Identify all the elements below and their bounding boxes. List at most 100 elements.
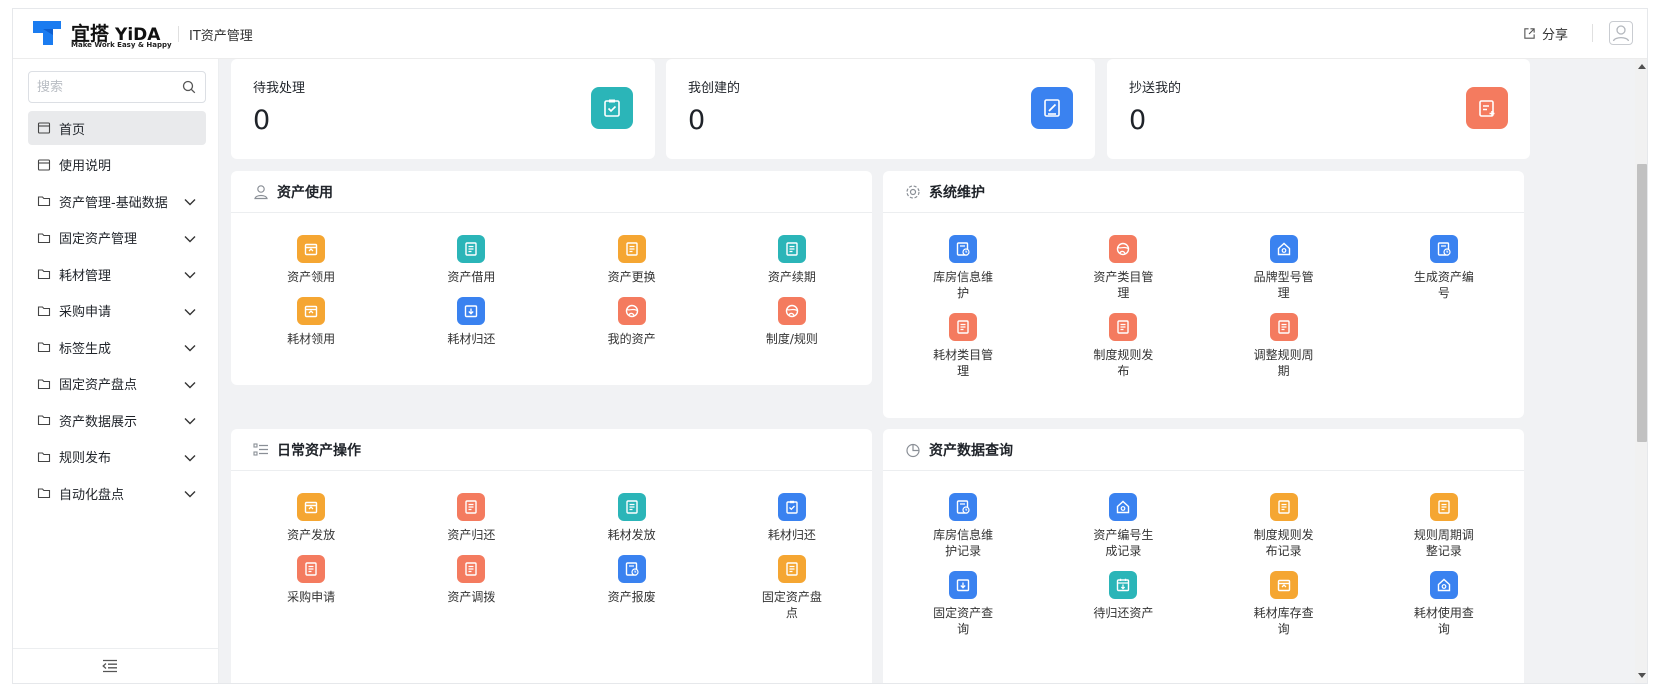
chevron-down-icon[interactable] [184,195,196,210]
shortcut-tile[interactable]: 制度规则发布记录 [1204,493,1364,559]
globe-icon [617,297,646,325]
shortcut-tile[interactable]: 资产类目管理 [1043,235,1203,301]
shortcut-tile[interactable]: 耗材发放 [552,493,712,543]
shortcut-tile[interactable]: 制度/规则 [712,297,872,347]
app-title[interactable]: IT资产管理 [189,25,253,44]
search-icon[interactable] [182,80,196,94]
main-scrollbar[interactable] [1635,59,1647,683]
sidebar-item[interactable]: 使用说明 [28,148,206,182]
shortcut-tile[interactable]: 资产报废 [552,555,712,621]
main-content: 待我处理 0 我创建的 0 抄送我的 0 资产使用资产领用 资产借用 资产更换 资产续… [219,59,1635,683]
chevron-down-icon[interactable] [184,232,196,247]
shortcut-tile[interactable]: 耗材归还 [712,493,872,543]
scroll-up-arrow-icon[interactable] [1638,63,1646,69]
panel-title: 资产使用 [277,184,333,201]
scroll-down-arrow-icon[interactable] [1638,673,1646,679]
shortcut-label: 资产领用 [287,270,336,284]
folder-icon [37,267,51,281]
chevron-down-icon[interactable] [184,268,196,283]
shortcut-label: 资产续期 [767,270,816,284]
sidebar-item[interactable]: 耗材管理 [28,257,206,291]
shortcut-tile[interactable]: 采购申请 [231,555,391,621]
sidebar-item[interactable]: 固定资产管理 [28,221,206,255]
shortcut-label: 资产编号生成记录 [1093,528,1154,558]
chevron-down-icon[interactable] [184,487,196,502]
shortcut-label: 资产报废 [607,590,656,604]
shortcut-tile[interactable]: 资产归还 [391,493,551,543]
shortcut-tile[interactable]: 品牌型号管理 [1204,235,1364,301]
shortcut-tile[interactable]: 资产续期 [712,235,872,285]
sidebar-item[interactable]: 规则发布 [28,440,206,474]
panel-title: 资产数据查询 [929,442,1013,459]
stat-card-pending[interactable]: 待我处理 0 [231,59,655,159]
shortcut-tile[interactable]: 固定资产查询 [883,571,1043,637]
shortcut-tile[interactable]: 耗材归还 [391,297,551,347]
stat-card-cc[interactable]: 抄送我的 0 [1107,59,1530,159]
search-input[interactable] [37,78,177,96]
folder-icon [37,486,51,500]
sidebar-item[interactable]: 自动化盘点 [28,476,206,510]
clipboard-check-icon [591,87,633,129]
sidebar-item[interactable]: 固定资产盘点 [28,367,206,401]
sidebar-item[interactable]: 资产管理-基础数据 [28,184,206,218]
doc-icon [457,235,486,263]
folder-icon [37,377,51,391]
folder-icon [37,413,51,427]
home-icon [1269,235,1298,263]
sidebar-item[interactable]: 首页 [28,111,206,145]
folder-icon [37,340,51,354]
shortcut-tile[interactable]: 耗材库存查询 [1204,571,1364,637]
edit-doc-icon [1031,87,1073,129]
shortcut-tile[interactable]: 待归还资产 [1043,571,1203,637]
chevron-down-icon[interactable] [184,378,196,393]
doc-clock-icon [617,555,646,583]
shortcut-tile[interactable]: 生成资产编号 [1364,235,1524,301]
sidebar-item[interactable]: 资产数据展示 [28,403,206,437]
shortcut-tile[interactable]: 资产发放 [231,493,391,543]
home-icon [1429,571,1458,599]
shortcut-tile[interactable]: 我的资产 [552,297,712,347]
share-button[interactable]: 分享 [1523,24,1568,43]
shortcut-tile[interactable]: 耗材使用查询 [1364,571,1524,637]
shortcut-tile[interactable]: 资产编号生成记录 [1043,493,1203,559]
shortcut-tile[interactable]: 制度规则发布 [1043,313,1203,379]
shortcut-tile[interactable]: 资产借用 [391,235,551,285]
chevron-down-icon[interactable] [184,414,196,429]
download-icon [457,297,486,325]
sidebar-nav: 首页 使用说明 资产管理-基础数据 固定资产管理 耗材管理 采购申请 标签生成固定资产盘点资… [28,111,206,513]
sidebar-item[interactable]: 标签生成 [28,330,206,364]
chevron-down-icon[interactable] [184,341,196,356]
panel-title: 系统维护 [929,184,985,201]
shortcut-tile[interactable]: 耗材领用 [231,297,391,347]
shortcut-tile[interactable]: 资产领用 [231,235,391,285]
brand-slogan: Make Work Easy & Happy [71,41,172,49]
stat-label: 待我处理 [253,81,306,96]
stat-card-created[interactable]: 我创建的 0 [666,59,1095,159]
shortcut-tile[interactable]: 库房信息维护 [883,235,1043,301]
shortcut-label: 规则周期调整记录 [1413,528,1474,558]
shortcut-label: 耗材归还 [767,528,816,542]
shortcut-label: 品牌型号管理 [1253,270,1314,300]
shortcut-label: 耗材使用查询 [1413,606,1474,636]
chevron-down-icon[interactable] [184,451,196,466]
folder-icon [37,194,51,208]
sidebar-item[interactable]: 采购申请 [28,294,206,328]
shortcut-tile[interactable]: 资产调拨 [391,555,551,621]
sidebar-item-label: 固定资产盘点 [59,378,138,393]
sidebar: 首页使用说明资产管理-基础数据固定资产管理耗材管理采购申请标签生成固定资产盘点资… [13,59,219,683]
shortcut-tile[interactable]: 库房信息维护记录 [883,493,1043,559]
shortcut-tile[interactable]: 规则周期调整记录 [1364,493,1524,559]
collapse-sidebar-icon[interactable] [102,659,118,673]
yida-logo[interactable] [31,17,63,49]
shortcut-tile[interactable]: 资产更换 [552,235,712,285]
panel-asset-use: 资产使用资产领用 资产借用 资产更换 资产续期耗材领用 耗材归还 我的资产 制度/规则 [231,171,872,385]
shortcut-label: 生成资产编号 [1413,270,1474,300]
shortcut-tile[interactable]: 调整规则周期 [1204,313,1364,379]
user-avatar-icon [1612,25,1630,42]
chevron-down-icon[interactable] [184,305,196,320]
shortcut-tile[interactable]: 耗材类目管理 [883,313,1043,379]
shortcut-tile[interactable]: 固定资产盘点 [712,555,872,621]
doc-icon [777,555,806,583]
avatar[interactable] [1609,21,1633,45]
scroll-thumb[interactable] [1637,164,1647,442]
